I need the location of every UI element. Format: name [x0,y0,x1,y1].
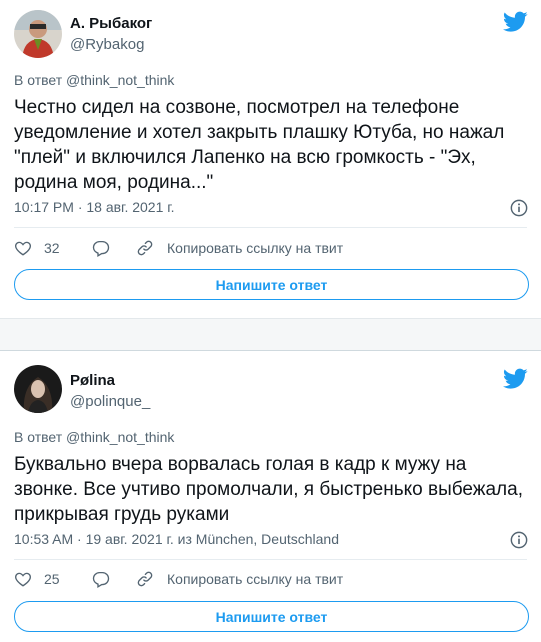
reply-icon-button[interactable] [92,570,136,588]
separator [0,318,541,350]
copy-link-button[interactable]: Копировать ссылку на твит [136,239,343,257]
user-handle[interactable]: @Rybakog [70,36,144,53]
divider [14,559,527,560]
like-button[interactable]: 25 [14,570,92,588]
info-icon[interactable] [510,199,528,217]
reply-button[interactable]: Напишите ответ [14,601,529,632]
tweet-card: Pølina @polinque_ В ответ @think_not_thi… [0,350,541,642]
copy-link-label: Копировать ссылку на твит [167,571,344,587]
divider [14,227,527,228]
link-icon [137,571,153,587]
twitter-bird-icon[interactable] [503,368,528,390]
user-handle[interactable]: @polinque_ [70,393,150,410]
reply-to-label[interactable]: В ответ @think_not_think [14,72,174,88]
like-count: 32 [44,240,60,256]
reply-icon [92,240,110,257]
heart-icon [15,572,31,587]
copy-link-label: Копировать ссылку на твит [167,240,344,256]
link-icon [137,240,153,256]
tweet-text: Честно сидел на созвоне, посмотрел на те… [14,97,505,193]
tweet-text: Буквально вчера ворвалась голая в кадр к… [14,454,523,525]
reply-icon [92,571,110,588]
tweet-timestamp[interactable]: 10:53 AM · 19 авг. 2021 г. из München, D… [14,531,339,547]
avatar[interactable] [14,10,62,58]
copy-link-button[interactable]: Копировать ссылку на твит [136,570,343,588]
action-bar: 32 Копировать ссылку на твит [14,238,527,258]
heart-icon [15,241,31,256]
display-name[interactable]: А. Рыбаког [70,15,152,32]
info-icon[interactable] [510,531,528,549]
reply-button[interactable]: Напишите ответ [14,269,529,300]
reply-icon-button[interactable] [92,239,136,257]
twitter-bird-icon[interactable] [503,11,528,33]
tweet-timestamp[interactable]: 10:17 PM · 18 авг. 2021 г. [14,199,175,215]
action-bar: 25 Копировать ссылку на твит [14,569,527,589]
avatar[interactable] [14,365,62,413]
reply-to-label[interactable]: В ответ @think_not_think [14,429,174,445]
display-name[interactable]: Pølina [70,372,115,389]
like-count: 25 [44,571,60,587]
like-button[interactable]: 32 [14,239,92,257]
tweet-card: А. Рыбаког @Rybakog В ответ @think_not_t… [0,0,541,318]
